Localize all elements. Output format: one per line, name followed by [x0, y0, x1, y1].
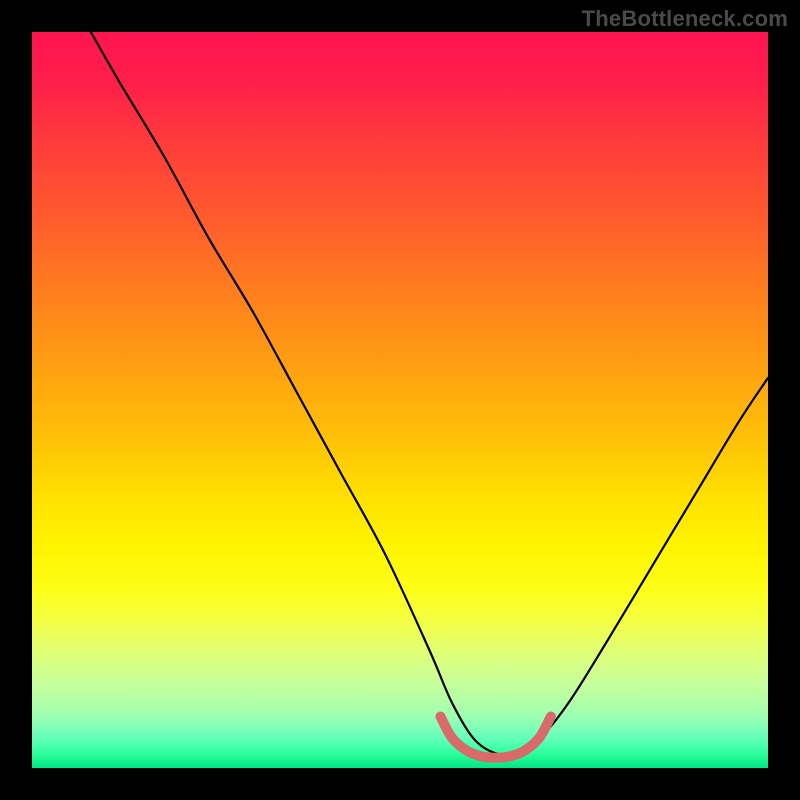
plot-area: [32, 32, 768, 768]
valley-highlight: [440, 716, 550, 757]
watermark-text: TheBottleneck.com: [582, 6, 788, 32]
chart-frame: TheBottleneck.com: [0, 0, 800, 800]
bottleneck-curve: [91, 32, 768, 755]
curve-layer: [32, 32, 768, 768]
